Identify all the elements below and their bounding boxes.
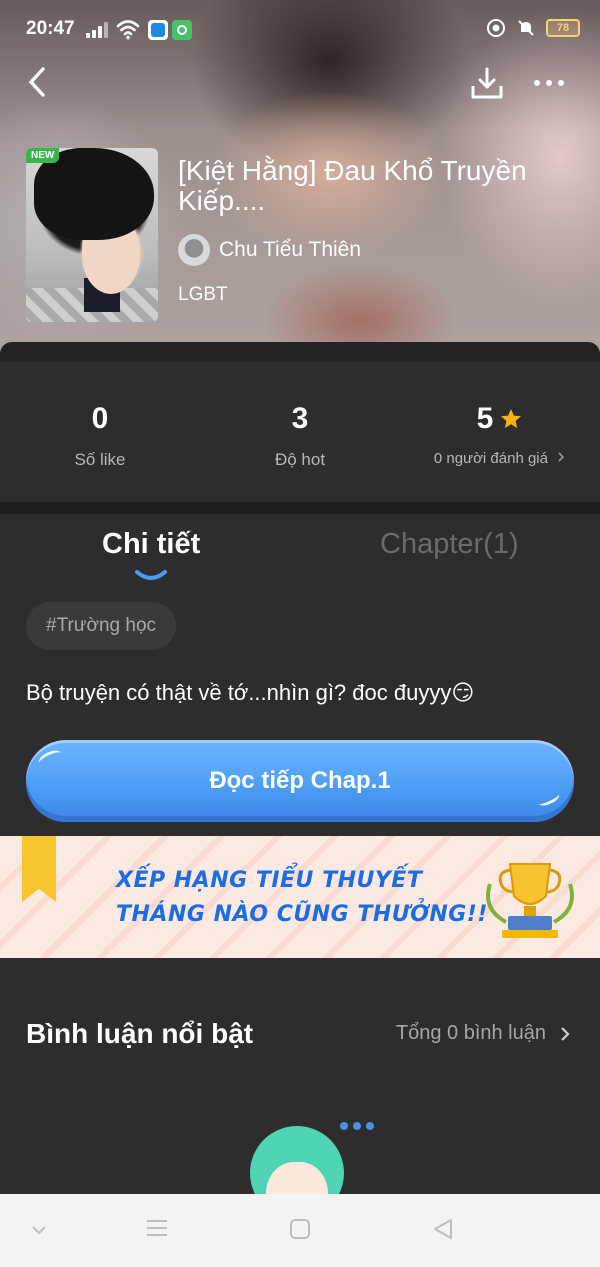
- hot-count: 3: [291, 402, 309, 435]
- chevron-right-icon: [558, 452, 565, 462]
- hot-stat: 3 Độ hot: [200, 402, 400, 470]
- nav-home-icon[interactable]: [289, 1218, 311, 1240]
- app-notification-icon: [148, 20, 168, 40]
- wifi-icon: [116, 20, 140, 40]
- banner-line-2: THÁNG NÀO CŨNG THƯỞNG!!: [116, 902, 488, 927]
- battery-icon: 78: [546, 19, 580, 37]
- book-cover: NEW: [26, 148, 158, 322]
- rating-value: 5: [476, 402, 494, 435]
- author-name: Chu Tiểu Thiên: [219, 238, 362, 261]
- more-options-icon[interactable]: [534, 80, 564, 86]
- trophy-icon: [486, 863, 574, 938]
- author-link[interactable]: Chu Tiểu Thiên: [178, 234, 361, 266]
- active-tab-indicator: [135, 570, 167, 580]
- nav-collapse-icon[interactable]: [30, 1224, 48, 1236]
- comments-section: Bình luận nổi bật Tổng 0 bình luận: [0, 958, 600, 1194]
- likes-stat: 0 Số like: [0, 402, 200, 470]
- mute-icon: [518, 20, 534, 36]
- book-description: Bộ truyện có thật về tớ...nhìn gì? đoc đ…: [26, 680, 475, 705]
- hot-label: Độ hot: [274, 450, 326, 469]
- battery-level: 78: [556, 22, 570, 34]
- nav-menu-icon[interactable]: [146, 1218, 168, 1238]
- bookmark-ribbon-icon: [22, 836, 56, 902]
- back-icon[interactable]: [26, 66, 48, 98]
- continue-reading-label: Đọc tiếp Chap.1: [209, 767, 391, 794]
- rating-stat[interactable]: 5 0 người đánh giá: [400, 402, 600, 467]
- status-bar: 20:47 78: [0, 0, 600, 60]
- rating-count-text: 0 người đánh giá: [433, 450, 548, 467]
- typing-dots-icon: [340, 1122, 374, 1130]
- banner-line-1: XẾP HẠNG TIỂU THUYẾT: [116, 868, 423, 893]
- mascot-illustration: [250, 1126, 344, 1194]
- star-icon: [501, 409, 522, 428]
- hashtag-chip[interactable]: #Trường học: [26, 602, 177, 650]
- new-badge: NEW: [26, 148, 60, 163]
- chevron-right-icon: [561, 1026, 570, 1041]
- status-time: 20:47: [26, 18, 75, 39]
- author-avatar: [178, 234, 210, 266]
- system-nav-bar: [0, 1194, 600, 1267]
- tab-details[interactable]: Chi tiết: [102, 528, 200, 561]
- book-title: [Kiệt Hằng] Đau Khổ Truyền Kiếp....: [178, 155, 527, 216]
- signal-icon: [86, 22, 110, 38]
- stats-panel: 0 Số like 3 Độ hot 5 0 người đánh giá: [0, 342, 600, 502]
- continue-reading-button[interactable]: Đọc tiếp Chap.1: [26, 740, 574, 822]
- section-divider: [0, 502, 600, 514]
- vpn-icon: [487, 19, 505, 37]
- comments-total-link[interactable]: Tổng 0 bình luận: [396, 1022, 570, 1045]
- likes-count: 0: [91, 402, 109, 435]
- likes-label: Số like: [74, 450, 126, 469]
- app-notification-icon: [172, 20, 192, 40]
- detail-section: Chi tiết Chapter(1) #Trường học Bộ truyệ…: [0, 514, 600, 836]
- genre-label: LGBT: [178, 284, 228, 305]
- rating-label: 0 người đánh giá: [400, 450, 600, 467]
- nav-back-icon[interactable]: [432, 1218, 454, 1240]
- comments-total-text: Tổng 0 bình luận: [395, 1022, 546, 1044]
- ranking-banner[interactable]: XẾP HẠNG TIỂU THUYẾT THÁNG NÀO CŨNG THƯỞ…: [0, 836, 600, 958]
- download-icon[interactable]: [470, 66, 504, 100]
- comments-title: Bình luận nổi bật: [26, 1018, 254, 1049]
- tab-chapters[interactable]: Chapter(1): [380, 528, 519, 561]
